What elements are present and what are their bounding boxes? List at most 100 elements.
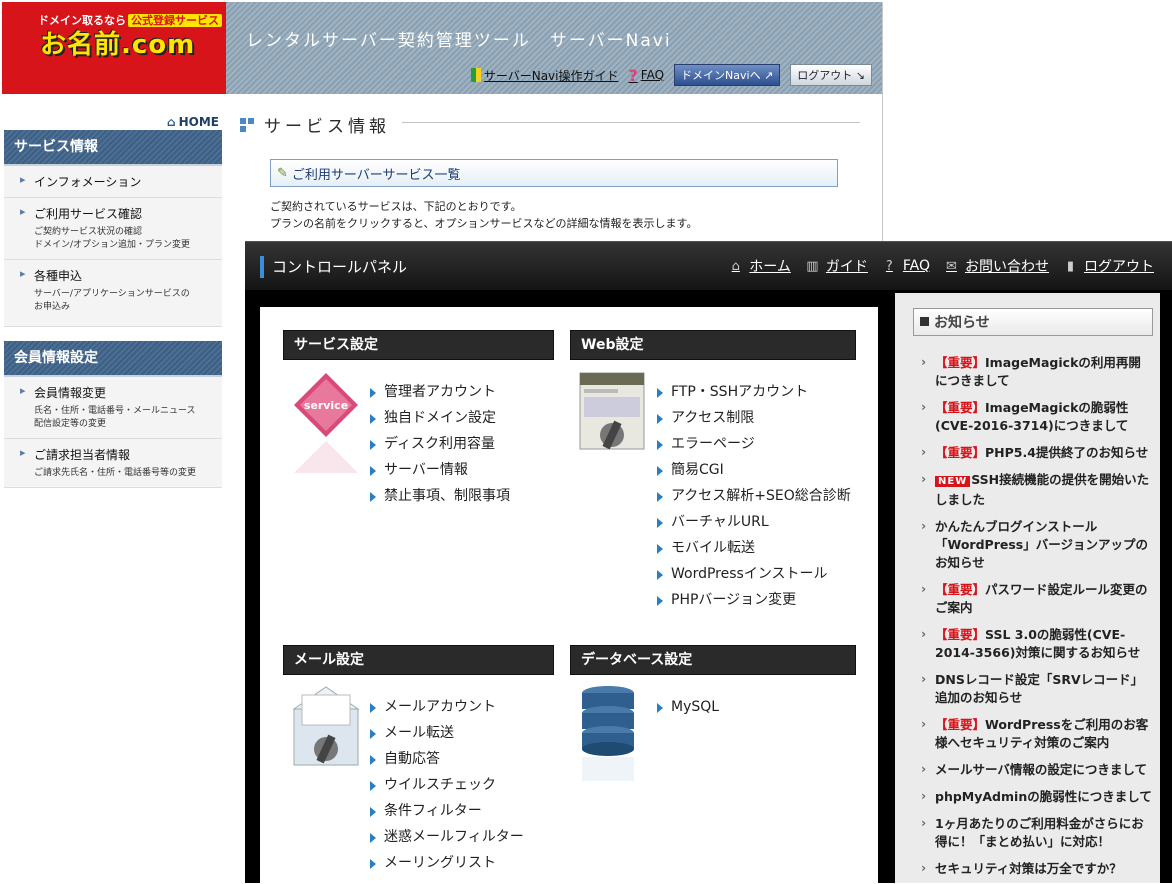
- beginner-mark-icon: [470, 68, 481, 82]
- link-disk-usage[interactable]: ディスク利用容量: [370, 431, 510, 457]
- cp-header: コントロールパネル ⌂ ホーム ▥ ガイド ? FAQ ✉ お問い合わせ ▮ ログアウト: [245, 241, 1172, 290]
- news-item[interactable]: 【重要】SSL 3.0の脆弱性(CVE-2014-3566)対策に関するお知らせ: [919, 623, 1153, 668]
- section-service-settings: サービス設定: [283, 330, 554, 360]
- sidebar-item-member-info[interactable]: 会員情報変更氏名・住所・電話番号・メールニュース 配信設定等の変更: [4, 377, 222, 439]
- web-settings-list: FTP・SSHアカウント アクセス制限 エラーページ 簡易CGI アクセス解析+…: [657, 379, 851, 613]
- news-item-text: メールサーバ情報の設定につきまして: [935, 762, 1148, 777]
- news-list: 【重要】ImageMagickの利用再開につきまして【重要】ImageMagic…: [919, 351, 1153, 884]
- control-panel-window: コントロールパネル ⌂ ホーム ▥ ガイド ? FAQ ✉ お問い合わせ ▮ ログアウト …: [245, 241, 1172, 883]
- link-virtual-url[interactable]: バーチャルURL: [657, 509, 851, 535]
- section-mail-settings: メール設定: [283, 645, 554, 675]
- link-mysql[interactable]: MySQL: [657, 694, 719, 720]
- title-squares-icon: [240, 117, 254, 132]
- news-item[interactable]: NEWSSH接続機能の提供を開始いたしました: [919, 468, 1153, 515]
- navi-title: レンタルサーバー契約管理ツール サーバーNavi: [246, 31, 672, 51]
- news-item[interactable]: 【重要】WordPressをご利用のお客様へセキュリティ対策のご案内: [919, 713, 1153, 758]
- cp-nav: ⌂ ホーム ▥ ガイド ? FAQ ✉ お問い合わせ ▮ ログアウト: [728, 256, 1154, 276]
- news-heading: お知らせ: [913, 308, 1153, 336]
- nav-contact[interactable]: ✉ お問い合わせ: [944, 256, 1049, 276]
- link-error-page[interactable]: エラーページ: [657, 431, 851, 457]
- link-access-analysis[interactable]: アクセス解析+SEO総合診断: [657, 483, 851, 509]
- faq-link[interactable]: ? FAQ: [629, 66, 665, 85]
- server-list-icon: ✎: [277, 165, 288, 181]
- question-icon: ?: [885, 258, 893, 274]
- link-server-info[interactable]: サーバー情報: [370, 457, 510, 483]
- database-icon: [582, 686, 634, 781]
- important-badge: 【重要】: [935, 627, 986, 642]
- navi-header: レンタルサーバー契約管理ツール サーバーNavi サーバーNavi操作ガイド ?…: [226, 2, 882, 94]
- sidebar-item-applications[interactable]: 各種申込サーバー/アプリケーションサービスの お申込み: [4, 260, 222, 327]
- domain-navi-button[interactable]: ドメインNaviへ ↗: [674, 64, 781, 86]
- section-database-settings: データベース設定: [570, 645, 856, 675]
- home-link[interactable]: ⌂ HOME: [167, 115, 219, 129]
- news-item-text: DNSレコード設定「SRVレコード」追加のお知らせ: [935, 672, 1144, 705]
- news-item[interactable]: 【重要】ImageMagickの脆弱性(CVE-2016-3714)につきまして: [919, 396, 1153, 441]
- new-badge: NEW: [935, 476, 971, 487]
- news-item-text: セキュリティ対策は万全ですか？: [935, 861, 1122, 876]
- news-item[interactable]: 【重要】PHP5.4提供終了のお知らせ: [919, 441, 1153, 468]
- guide-link[interactable]: サーバーNavi操作ガイド: [470, 67, 619, 84]
- onamae-logo[interactable]: ドメイン取るなら 公式登録サービス お名前.com: [2, 2, 226, 94]
- house-icon: ⌂: [167, 115, 176, 129]
- news-item[interactable]: かんたんブログインストール「WordPress」バージョンアップのお知らせ: [919, 515, 1153, 578]
- nav-faq[interactable]: ? FAQ: [882, 256, 930, 276]
- home-icon: ⌂: [731, 258, 740, 274]
- nav-home[interactable]: ⌂ ホーム: [728, 256, 791, 276]
- news-item[interactable]: セキュリティ対策は万全ですか？: [919, 857, 1153, 884]
- news-item[interactable]: メールサーバ情報の設定につきまして: [919, 758, 1153, 785]
- news-item-text: 1ヶ月あたりのご利用料金がさらにお得に！「まとめ払い」に対応！: [935, 816, 1144, 849]
- link-admin-account[interactable]: 管理者アカウント: [370, 379, 510, 405]
- link-restrictions[interactable]: 禁止事項、制限事項: [370, 483, 510, 509]
- news-item[interactable]: 【重要】ImageMagickの利用再開につきまして: [919, 351, 1153, 396]
- mail-settings-list: メールアカウント メール転送 自動応答 ウイルスチェック 条件フィルター 迷惑メ…: [370, 694, 524, 876]
- link-mail-forward[interactable]: メール転送: [370, 720, 524, 746]
- important-badge: 【重要】: [935, 717, 986, 732]
- news-item-text: かんたんブログインストール「WordPress」バージョンアップのお知らせ: [935, 519, 1148, 570]
- sidebar-item-service-check[interactable]: ご利用サービス確認ご契約サービス状況の確認 ドメイン/オプション追加・プラン変更: [4, 198, 222, 260]
- book-icon: ▥: [806, 258, 819, 274]
- mail-envelope-icon: [292, 686, 360, 766]
- question-icon: ?: [628, 65, 638, 85]
- link-virus-check[interactable]: ウイルスチェック: [370, 772, 524, 798]
- link-condition-filter[interactable]: 条件フィルター: [370, 798, 524, 824]
- service-settings-list: 管理者アカウント 独自ドメイン設定 ディスク利用容量 サーバー情報 禁止事項、制…: [370, 379, 510, 509]
- news-item-text: PHP5.4提供終了のお知らせ: [985, 445, 1149, 460]
- news-panel: お知らせ 【重要】ImageMagickの利用再開につきまして【重要】Image…: [895, 293, 1160, 883]
- cp-title: コントロールパネル: [260, 256, 407, 278]
- navi-logout-button[interactable]: ログアウト ↘: [790, 64, 872, 86]
- sidebar-item-billing-contact[interactable]: ご請求担当者情報ご請求先氏名・住所・電話番号等の変更: [4, 439, 222, 488]
- news-item[interactable]: phpMyAdminの脆弱性につきまして: [919, 785, 1153, 812]
- link-mailing-list[interactable]: メーリングリスト: [370, 850, 524, 876]
- important-badge: 【重要】: [935, 400, 986, 415]
- navi-header-links: サーバーNavi操作ガイド ? FAQ ドメインNaviへ ↗ ログアウト ↘: [470, 64, 872, 86]
- link-simple-cgi[interactable]: 簡易CGI: [657, 457, 851, 483]
- news-item-text: phpMyAdminの脆弱性につきまして: [935, 789, 1152, 804]
- nav-logout[interactable]: ▮ ログアウト: [1063, 256, 1154, 276]
- title-divider: [402, 122, 860, 123]
- news-item[interactable]: 1ヶ月あたりのご利用料金がさらにお得に！「まとめ払い」に対応！: [919, 812, 1153, 857]
- news-item[interactable]: 【重要】パスワード設定ルール変更のご案内: [919, 578, 1153, 623]
- important-badge: 【重要】: [935, 355, 986, 370]
- link-domain-settings[interactable]: 独自ドメイン設定: [370, 405, 510, 431]
- link-php-version[interactable]: PHPバージョン変更: [657, 587, 851, 613]
- link-auto-reply[interactable]: 自動応答: [370, 746, 524, 772]
- important-badge: 【重要】: [935, 445, 986, 460]
- service-list-description: ご契約されているサービスは、下記のとおりです。 プランの名前をクリックすると、オ…: [270, 200, 698, 230]
- sidebar-heading-member: 会員情報設定: [4, 341, 222, 377]
- link-wordpress-install[interactable]: WordPressインストール: [657, 561, 851, 587]
- news-item[interactable]: DNSレコード設定「SRVレコード」追加のお知らせ: [919, 668, 1153, 713]
- database-settings-list: MySQL: [657, 694, 719, 720]
- sidebar-heading-service: サービス情報: [4, 130, 222, 166]
- web-screenshot-icon: [579, 372, 645, 450]
- link-ftp-ssh[interactable]: FTP・SSHアカウント: [657, 379, 851, 405]
- link-spam-filter[interactable]: 迷惑メールフィルター: [370, 824, 524, 850]
- logo-brand: お名前.com: [40, 30, 196, 60]
- link-mobile-redirect[interactable]: モバイル転送: [657, 535, 851, 561]
- service-list-box: ✎ ご利用サーバーサービス一覧: [270, 159, 838, 187]
- svg-text:service: service: [304, 399, 348, 412]
- nav-guide[interactable]: ▥ ガイド: [805, 256, 868, 276]
- link-mail-account[interactable]: メールアカウント: [370, 694, 524, 720]
- cp-settings-panel: サービス設定 service 管理者アカウント 独自ドメイン設定 ディスク利用容…: [260, 307, 878, 883]
- sidebar-item-information[interactable]: インフォメーション: [4, 166, 222, 198]
- link-access-control[interactable]: アクセス制限: [657, 405, 851, 431]
